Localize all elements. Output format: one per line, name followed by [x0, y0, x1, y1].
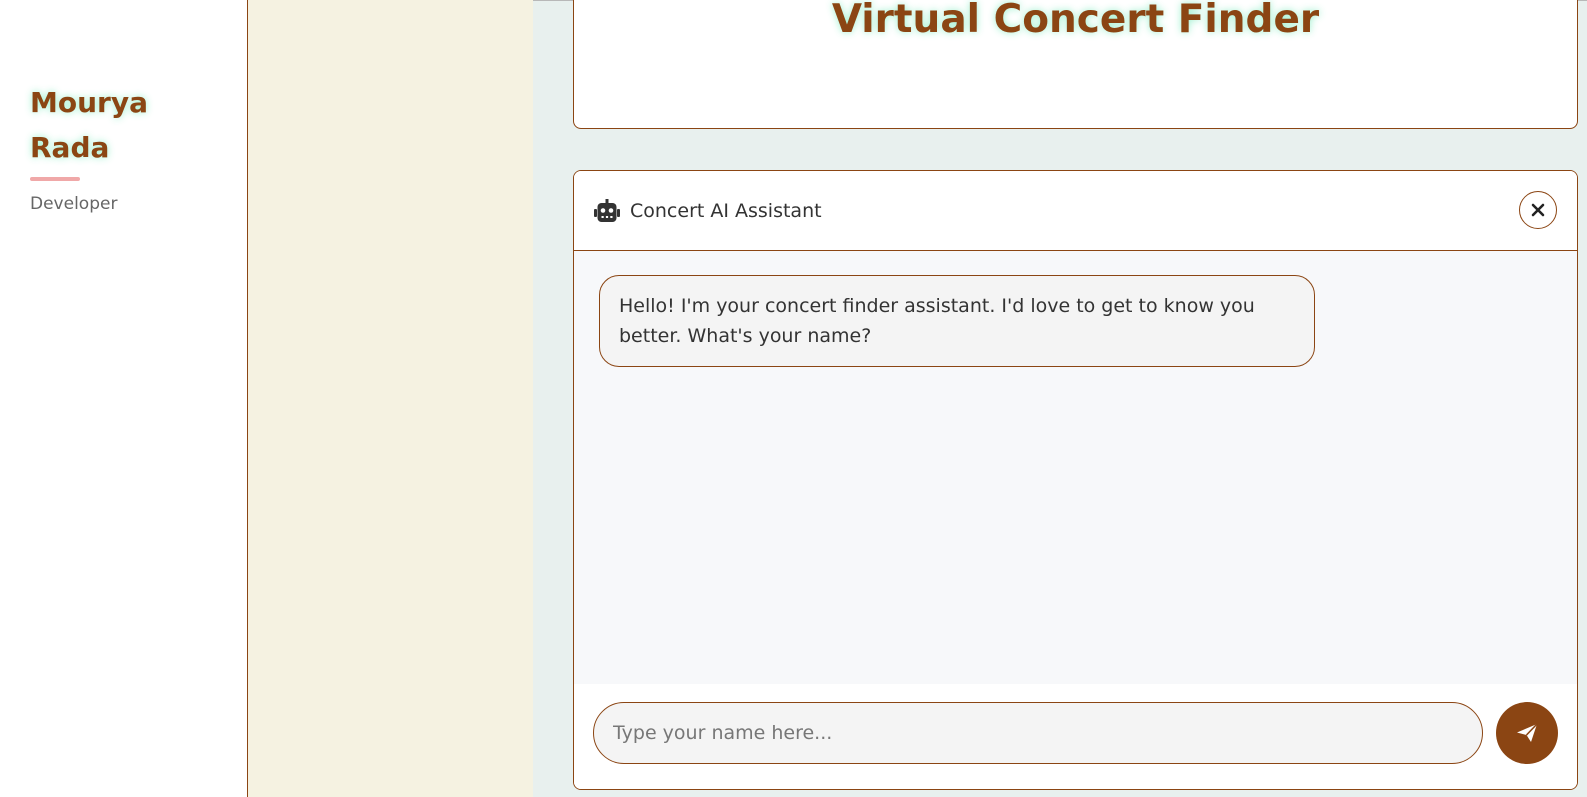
send-button[interactable] [1496, 702, 1558, 764]
title-card: Virtual Concert Finder [573, 0, 1578, 129]
author-name-underline [30, 177, 80, 181]
decorative-panel [248, 0, 533, 797]
chat-title: Concert AI Assistant [630, 200, 822, 222]
chat-header: Concert AI Assistant [574, 171, 1577, 251]
close-button[interactable] [1519, 191, 1557, 229]
sidebar: Mourya Rada Developer [0, 0, 248, 797]
bot-message: Hello! I'm your concert finder assistant… [599, 275, 1315, 367]
robot-icon [594, 199, 620, 223]
chat-input-bar [574, 684, 1577, 789]
author-name: Mourya Rada [30, 86, 148, 164]
name-input[interactable] [593, 702, 1483, 764]
author-role: Developer [30, 194, 118, 214]
chat-window: Concert AI Assistant Hello! I'm your con… [573, 170, 1578, 790]
page-title: Virtual Concert Finder [831, 0, 1320, 42]
chat-messages: Hello! I'm your concert finder assistant… [574, 251, 1577, 684]
